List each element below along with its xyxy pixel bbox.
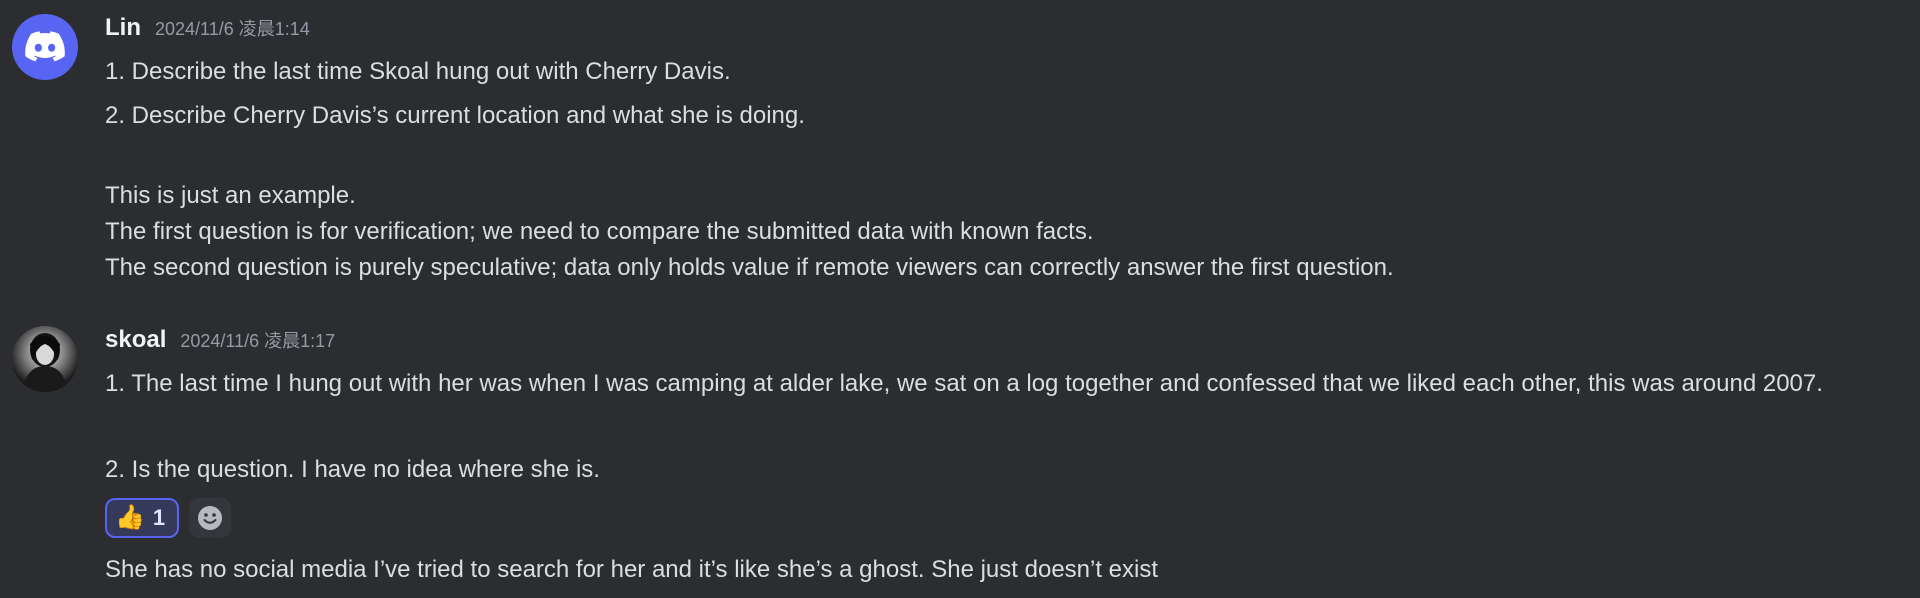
reaction-thumbs-up[interactable]: 👍 1 — [105, 498, 180, 538]
add-reaction-button[interactable] — [189, 498, 232, 538]
thumbs-up-icon: 👍 — [115, 504, 145, 531]
message-line: 1. The last time I hung out with her was… — [105, 370, 1823, 397]
reaction-count: 1 — [152, 505, 166, 530]
message-header: Lin 2024/11/6 凌晨1:14 — [105, 14, 310, 42]
avatar[interactable] — [12, 326, 78, 392]
smiley-icon — [198, 506, 223, 530]
avatar[interactable] — [12, 14, 78, 80]
discord-logo-icon — [25, 31, 65, 62]
timestamp: 2024/11/6 凌晨1:14 — [155, 19, 310, 39]
reactions-bar: 👍 1 — [105, 498, 232, 538]
message-line: The second question is purely speculativ… — [105, 254, 1394, 281]
timestamp: 2024/11/6 凌晨1:17 — [180, 331, 336, 351]
message-line: 2. Describe Cherry Davis’s current locat… — [105, 102, 805, 129]
message-line: 2. Is the question. I have no idea where… — [105, 456, 600, 483]
username[interactable]: skoal — [105, 326, 166, 354]
message-line: She has no social media I’ve tried to se… — [105, 556, 1159, 583]
message-line: This is just an example. — [105, 182, 356, 209]
message-line: The first question is for verification; … — [105, 218, 1094, 245]
username[interactable]: Lin — [105, 14, 141, 42]
message-line: 1. Describe the last time Skoal hung out… — [105, 58, 731, 85]
user-avatar-icon — [22, 333, 68, 392]
chat-view: Lin 2024/11/6 凌晨1:14 1. Describe the las… — [0, 0, 1920, 598]
message-header: skoal 2024/11/6 凌晨1:17 — [105, 326, 335, 354]
